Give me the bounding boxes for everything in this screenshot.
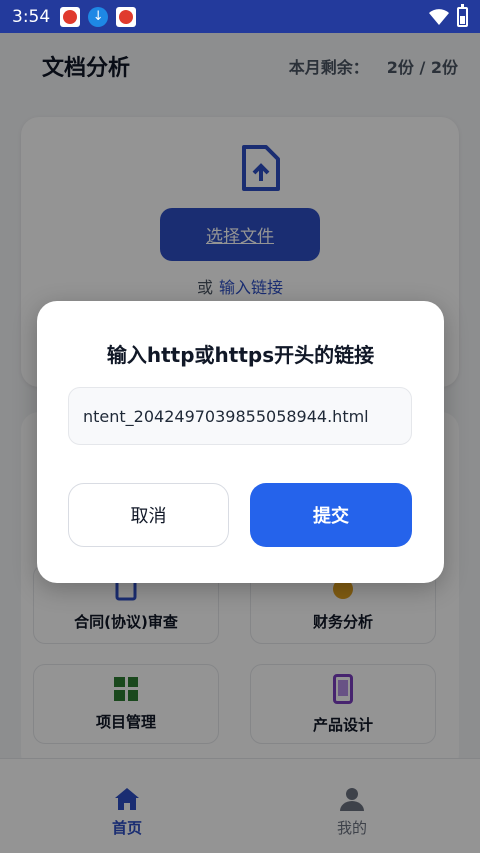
dialog-title: 输入http或https开头的链接 <box>106 343 375 367</box>
app-notification-icon <box>116 6 137 27</box>
cancel-button[interactable]: 取消 <box>68 483 229 547</box>
link-input-dialog: 输入http或https开头的链接 ntent_2042497039855058… <box>37 301 444 583</box>
app-notification-icon <box>60 6 81 27</box>
battery-icon <box>457 3 468 27</box>
download-icon: ↓ <box>88 6 109 27</box>
status-bar: 3:54 ↓ <box>0 0 480 33</box>
url-input[interactable]: ntent_2042497039855058944.html <box>68 387 412 445</box>
wifi-icon <box>429 8 449 25</box>
submit-button[interactable]: 提交 <box>250 483 412 547</box>
status-time: 3:54 <box>12 6 51 27</box>
